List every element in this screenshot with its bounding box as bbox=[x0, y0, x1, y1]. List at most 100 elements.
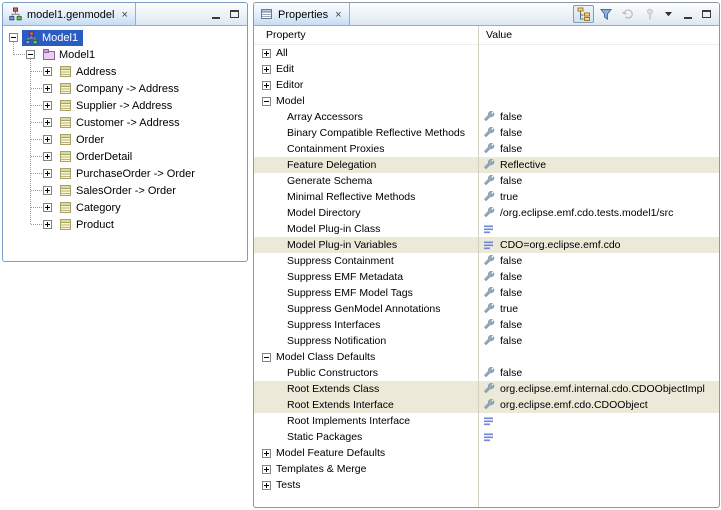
property-row-model-directory[interactable]: Model Directory/org.eclipse.emf.cdo.test… bbox=[254, 205, 719, 221]
list-icon bbox=[483, 239, 496, 251]
tree-item-label: Model1 bbox=[39, 31, 81, 44]
maximize-button[interactable] bbox=[227, 7, 242, 21]
property-row-generate-schema[interactable]: Generate Schemafalse bbox=[254, 173, 719, 189]
wrench-icon bbox=[483, 159, 496, 171]
expand-toggle[interactable] bbox=[43, 67, 52, 76]
property-row-suppress-emf-metadata[interactable]: Suppress EMF Metadatafalse bbox=[254, 269, 719, 285]
pin-button[interactable] bbox=[639, 5, 660, 23]
minimize-button[interactable] bbox=[680, 7, 695, 21]
expand-toggle[interactable] bbox=[262, 81, 271, 90]
tree-item-order[interactable]: Order bbox=[3, 131, 247, 148]
expand-toggle[interactable] bbox=[43, 84, 52, 93]
tab-properties[interactable]: Properties × bbox=[254, 3, 350, 25]
tree-item-category[interactable]: Category bbox=[3, 199, 247, 216]
property-row-minimal-reflective-methods[interactable]: Minimal Reflective Methodstrue bbox=[254, 189, 719, 205]
show-advanced-button[interactable] bbox=[595, 5, 616, 23]
column-header-value[interactable]: Value bbox=[478, 29, 719, 41]
property-row-root-extends-class[interactable]: Root Extends Classorg.eclipse.emf.intern… bbox=[254, 381, 719, 397]
property-row-all[interactable]: All bbox=[254, 45, 719, 61]
property-row-model-plug-in-variables[interactable]: Model Plug-in VariablesCDO=org.eclipse.e… bbox=[254, 237, 719, 253]
property-row-public-constructors[interactable]: Public Constructorsfalse bbox=[254, 365, 719, 381]
property-row-array-accessors[interactable]: Array Accessorsfalse bbox=[254, 109, 719, 125]
property-row-containment-proxies[interactable]: Containment Proxiesfalse bbox=[254, 141, 719, 157]
expand-toggle[interactable] bbox=[262, 449, 271, 458]
close-icon[interactable]: × bbox=[335, 9, 341, 20]
column-header-property[interactable]: Property bbox=[254, 29, 478, 41]
collapse-toggle[interactable] bbox=[9, 33, 18, 42]
maximize-icon bbox=[702, 10, 711, 18]
property-row-edit[interactable]: Edit bbox=[254, 61, 719, 77]
property-row-model-feature-defaults[interactable]: Model Feature Defaults bbox=[254, 445, 719, 461]
expand-toggle[interactable] bbox=[262, 481, 271, 490]
expand-toggle[interactable] bbox=[43, 220, 52, 229]
expand-toggle[interactable] bbox=[262, 49, 271, 58]
collapse-toggle[interactable] bbox=[262, 353, 271, 362]
expand-toggle[interactable] bbox=[43, 135, 52, 144]
property-name: Root Extends Class bbox=[287, 383, 379, 395]
property-name: Suppress Interfaces bbox=[287, 319, 380, 331]
property-value: false bbox=[500, 111, 522, 123]
property-row-suppress-notification[interactable]: Suppress Notificationfalse bbox=[254, 333, 719, 349]
property-row-root-extends-interface[interactable]: Root Extends Interfaceorg.eclipse.emf.cd… bbox=[254, 397, 719, 413]
expand-toggle[interactable] bbox=[43, 169, 52, 178]
close-icon[interactable]: × bbox=[121, 9, 127, 20]
tree-item-orderdetail[interactable]: OrderDetail bbox=[3, 148, 247, 165]
tree-connector bbox=[31, 173, 43, 174]
property-row-feature-delegation[interactable]: Feature DelegationReflective bbox=[254, 157, 719, 173]
view-menu-button[interactable] bbox=[661, 5, 675, 23]
minimize-button[interactable] bbox=[208, 7, 223, 21]
tree-item-model1[interactable]: Model1 bbox=[3, 29, 247, 46]
tree-item-label: Customer -> Address bbox=[73, 116, 183, 129]
property-row-templates-merge[interactable]: Templates & Merge bbox=[254, 461, 719, 477]
genclass-icon bbox=[58, 150, 73, 163]
expand-toggle[interactable] bbox=[43, 186, 52, 195]
property-row-binary-compatible-reflective-methods[interactable]: Binary Compatible Reflective Methodsfals… bbox=[254, 125, 719, 141]
tree-item-label: PurchaseOrder -> Order bbox=[73, 167, 198, 180]
show-categories-button[interactable] bbox=[573, 5, 594, 23]
maximize-button[interactable] bbox=[699, 7, 714, 21]
properties-tab-title: Properties bbox=[278, 8, 328, 21]
restore-default-button[interactable] bbox=[617, 5, 638, 23]
property-row-suppress-containment[interactable]: Suppress Containmentfalse bbox=[254, 253, 719, 269]
tree-item-label: Company -> Address bbox=[73, 82, 182, 95]
tree-item-supplier-address[interactable]: Supplier -> Address bbox=[3, 97, 247, 114]
tree-item-salesorder-order[interactable]: SalesOrder -> Order bbox=[3, 182, 247, 199]
tree-item-model1[interactable]: Model1 bbox=[3, 46, 247, 63]
expand-toggle[interactable] bbox=[43, 152, 52, 161]
tree-item-customer-address[interactable]: Customer -> Address bbox=[3, 114, 247, 131]
expand-toggle[interactable] bbox=[43, 203, 52, 212]
property-value: false bbox=[500, 287, 522, 299]
property-value: false bbox=[500, 367, 522, 379]
tree-item-address[interactable]: Address bbox=[3, 63, 247, 80]
genmodel-tree: Model1Model1AddressCompany -> AddressSup… bbox=[3, 26, 247, 262]
expand-toggle[interactable] bbox=[43, 118, 52, 127]
property-row-suppress-interfaces[interactable]: Suppress Interfacesfalse bbox=[254, 317, 719, 333]
tree-item-product[interactable]: Product bbox=[3, 216, 247, 233]
expand-toggle[interactable] bbox=[262, 65, 271, 74]
property-row-model-plug-in-class[interactable]: Model Plug-in Class bbox=[254, 221, 719, 237]
tree-item-company-address[interactable]: Company -> Address bbox=[3, 80, 247, 97]
tree-item-purchaseorder-order[interactable]: PurchaseOrder -> Order bbox=[3, 165, 247, 182]
property-name: All bbox=[276, 47, 288, 59]
property-row-static-packages[interactable]: Static Packages bbox=[254, 429, 719, 445]
property-row-editor[interactable]: Editor bbox=[254, 77, 719, 93]
editor-tab-bar: model1.genmodel × bbox=[3, 3, 247, 26]
property-value: CDO=org.eclipse.emf.cdo bbox=[500, 239, 621, 251]
expand-toggle[interactable] bbox=[262, 465, 271, 474]
expand-toggle[interactable] bbox=[43, 101, 52, 110]
collapse-toggle[interactable] bbox=[26, 50, 35, 59]
minimize-icon bbox=[212, 10, 220, 19]
tree-connector bbox=[31, 156, 43, 157]
property-row-suppress-genmodel-annotations[interactable]: Suppress GenModel Annotationstrue bbox=[254, 301, 719, 317]
property-value: Reflective bbox=[500, 159, 546, 171]
editor-tab-model1-genmodel[interactable]: model1.genmodel × bbox=[3, 3, 136, 25]
property-row-model-class-defaults[interactable]: Model Class Defaults bbox=[254, 349, 719, 365]
collapse-toggle[interactable] bbox=[262, 97, 271, 106]
property-row-suppress-emf-model-tags[interactable]: Suppress EMF Model Tagsfalse bbox=[254, 285, 719, 301]
property-row-root-implements-interface[interactable]: Root Implements Interface bbox=[254, 413, 719, 429]
wrench-icon bbox=[483, 143, 496, 155]
property-row-tests[interactable]: Tests bbox=[254, 477, 719, 493]
property-row-model[interactable]: Model bbox=[254, 93, 719, 109]
pin-icon bbox=[643, 7, 657, 21]
show-advanced-icon bbox=[599, 7, 613, 21]
